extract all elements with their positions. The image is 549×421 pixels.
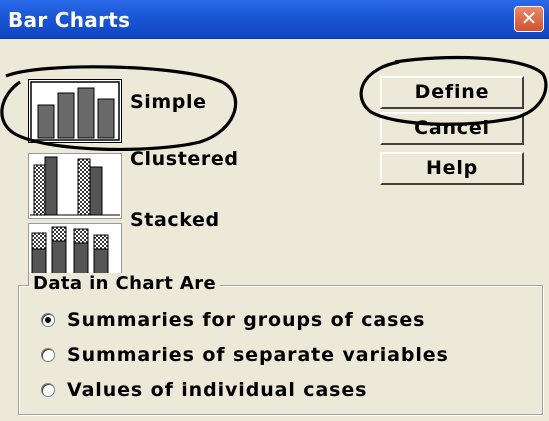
- clustered-bar-chart-icon[interactable]: [28, 153, 122, 219]
- chart-type-stacked-label[interactable]: Stacked: [130, 209, 220, 231]
- close-button[interactable]: ✕: [514, 6, 544, 32]
- help-button[interactable]: Help: [380, 152, 524, 185]
- simple-bar-chart-icon[interactable]: [28, 79, 122, 143]
- title-bar[interactable]: Bar Charts ✕: [0, 0, 549, 39]
- define-button[interactable]: Define: [380, 76, 524, 109]
- radio-button[interactable]: [41, 313, 55, 327]
- close-icon: ✕: [520, 6, 538, 30]
- radio-button[interactable]: [41, 348, 55, 362]
- radio-label[interactable]: Values of individual cases: [67, 379, 367, 401]
- dialog-body: Simple Clustered Stacked Define Cancel H…: [0, 39, 549, 421]
- groupbox-title: Data in Chart Are: [29, 273, 221, 294]
- radio-label[interactable]: Summaries for groups of cases: [67, 309, 425, 331]
- radio-label[interactable]: Summaries of separate variables: [67, 344, 449, 366]
- window-title: Bar Charts: [8, 8, 131, 32]
- data-in-chart-groupbox: Data in Chart Are Summaries for groups o…: [18, 273, 543, 415]
- radio-button[interactable]: [41, 383, 55, 397]
- radio-selected-dot: [45, 317, 51, 323]
- chart-type-simple-label[interactable]: Simple: [130, 91, 207, 113]
- chart-type-clustered-label[interactable]: Clustered: [130, 148, 239, 170]
- cancel-button[interactable]: Cancel: [380, 112, 524, 145]
